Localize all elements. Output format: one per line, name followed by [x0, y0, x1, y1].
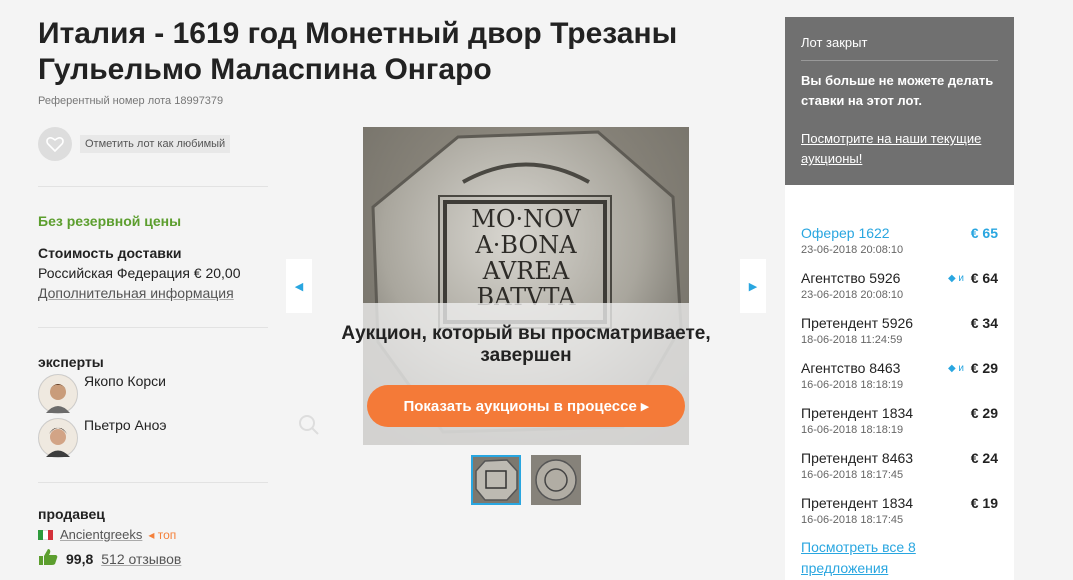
coin-line: MO·NOV	[471, 205, 581, 233]
bid-amount: € 24	[970, 450, 998, 466]
arrow-right-icon[interactable]: ▶	[740, 259, 766, 313]
thumbs-up-icon	[38, 548, 58, 569]
seller-heading: продавец	[38, 506, 105, 522]
bid-amount: € 64	[970, 270, 998, 286]
bid-amount: € 29	[970, 360, 998, 376]
top-seller-badge: ◂ топ	[148, 527, 177, 542]
bid-date: 16-06-2018 18:17:45	[801, 514, 904, 526]
zoom-icon[interactable]	[298, 414, 320, 441]
divider	[38, 482, 268, 483]
experts-heading: эксперты	[38, 354, 104, 370]
bid-date: 16-06-2018 18:18:19	[801, 379, 904, 391]
bid-date: 23-06-2018 20:08:10	[801, 289, 904, 301]
bidder-name: Агентство 5926	[801, 270, 901, 286]
page-title: Италия - 1619 год Монетный двор Трезаны …	[38, 17, 678, 86]
coin-line: AVREA	[482, 257, 570, 285]
bid-date: 23-06-2018 20:08:10	[801, 244, 904, 256]
seller-row: Ancientgreeks ◂ топ	[38, 527, 176, 542]
auto-bid-icon: ◆ и	[947, 273, 964, 284]
bidder-name: Оферер 1622	[801, 225, 890, 241]
bid-row: Претендент 8463 16-06-2018 18:17:45 € 24	[801, 450, 998, 495]
bidder-name: Претендент 1834	[801, 495, 914, 511]
arrow-left-icon[interactable]: ◀	[286, 259, 312, 313]
expert-name[interactable]: Пьетро Аноэ	[84, 417, 167, 433]
lot-closed-panel: Лот закрыт Вы больше не можете делать ст…	[785, 17, 1014, 185]
bid-row: Агентство 5926 23-06-2018 20:08:10 ◆ и €…	[801, 270, 998, 315]
bidder-name: Претендент 1834	[801, 405, 914, 421]
show-live-auctions-button[interactable]: Показать аукционы в процессе ▸	[367, 385, 685, 427]
bid-row: Претендент 1834 16-06-2018 18:17:45 € 19	[801, 495, 998, 540]
avatar[interactable]	[38, 374, 78, 414]
divider	[38, 186, 268, 187]
expert-item[interactable]: Якопо Корси	[38, 373, 166, 414]
auto-bid-icon: ◆ и	[947, 363, 964, 374]
bidder-name: Претендент 5926	[801, 315, 914, 331]
bid-row: Оферер 1622 23-06-2018 20:08:10 € 65	[801, 225, 998, 270]
thumbnail-2[interactable]	[531, 455, 581, 505]
lot-reference: Референтный номер лота 18997379	[38, 95, 224, 107]
no-reserve-label: Без резервной цены	[38, 213, 182, 229]
coin-line: A·BONA	[474, 231, 577, 259]
expert-item[interactable]: Пьетро Аноэ	[38, 417, 167, 458]
shipping-more-link[interactable]: Дополнительная информация	[38, 285, 234, 301]
bid-row: Претендент 5926 18-06-2018 11:24:59 € 34	[801, 315, 998, 360]
bid-date: 16-06-2018 18:17:45	[801, 469, 904, 481]
current-auctions-link[interactable]: Посмотрите на наши текущие аукционы!	[801, 129, 998, 169]
shipping-heading: Стоимость доставки	[38, 245, 182, 261]
seller-reviews-link[interactable]: 512 отзывов	[101, 551, 181, 567]
all-bids-link[interactable]: Посмотреть все 8 предложения	[801, 537, 991, 579]
bid-amount: € 65	[970, 225, 998, 241]
expert-name[interactable]: Якопо Корси	[84, 373, 166, 389]
divider	[38, 327, 268, 328]
favorite-label[interactable]: Отметить лот как любимый	[80, 135, 231, 153]
italy-flag-icon	[38, 529, 53, 540]
bidder-name: Претендент 8463	[801, 450, 914, 466]
seller-rating: 99,8	[66, 550, 94, 567]
shipping-value: Российская Федерация € 20,00	[38, 265, 241, 281]
heart-icon[interactable]	[38, 127, 72, 161]
seller-name-link[interactable]: Ancientgreeks	[60, 527, 142, 542]
bid-date: 16-06-2018 18:18:19	[801, 424, 904, 436]
bid-amount: € 19	[970, 495, 998, 511]
bid-row: Агентство 8463 16-06-2018 18:18:19 ◆ и €…	[801, 360, 998, 405]
avatar[interactable]	[38, 418, 78, 458]
bidder-name: Агентство 8463	[801, 360, 901, 376]
auction-ended-text: Аукцион, который вы просматриваете, заве…	[341, 323, 711, 366]
bid-amount: € 29	[970, 405, 998, 421]
favorite-button[interactable]: Отметить лот как любимый	[38, 127, 231, 161]
thumbnail-1[interactable]	[471, 455, 521, 505]
bid-amount: € 34	[970, 315, 998, 331]
lot-closed-label: Лот закрыт	[801, 17, 998, 61]
bid-row: Претендент 1834 16-06-2018 18:18:19 € 29	[801, 405, 998, 450]
bidding-sidebar: Лот закрыт Вы больше не можете делать ст…	[785, 17, 1014, 580]
bid-date: 18-06-2018 11:24:59	[801, 334, 903, 346]
no-more-bids-text: Вы больше не можете делать ставки на это…	[801, 73, 994, 108]
bid-history: Оферер 1622 23-06-2018 20:08:10 € 65 Аге…	[801, 225, 998, 540]
seller-rating-row: 99,8 512 отзывов	[38, 548, 181, 569]
